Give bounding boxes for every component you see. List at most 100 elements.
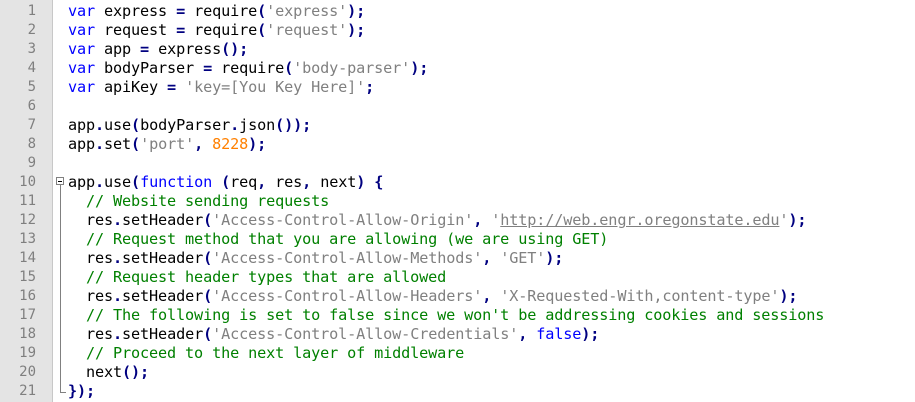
code-token: ); [347, 21, 366, 39]
code-token: ' [491, 211, 501, 229]
code-line[interactable]: 3 var app = express(); [0, 40, 915, 59]
line-number: 20 [19, 364, 36, 380]
code-token: setHeader [122, 249, 204, 267]
code-token: app [68, 135, 96, 153]
code-token: require [185, 21, 258, 39]
code-line[interactable]: 12 res.setHeader('Access-Control-Allow-O… [0, 211, 915, 230]
code-comment: // Request method that you are allowing … [86, 230, 609, 248]
code-token: ( [257, 21, 267, 39]
code-token: ( [203, 287, 213, 305]
code-token: var [68, 78, 96, 96]
code-token: = [176, 21, 186, 39]
code-token: ( [221, 173, 231, 191]
code-token: 'request' [266, 21, 348, 39]
code-line[interactable]: 13 // Request method that you are allowi… [0, 230, 915, 249]
line-number: 6 [27, 98, 36, 114]
code-token: 'Access-Control-Allow-Methods' [212, 249, 483, 267]
code-token: setHeader [122, 325, 204, 343]
code-token: ( [257, 2, 267, 20]
code-line[interactable]: 15 // Request header types that are allo… [0, 268, 915, 287]
line-number: 16 [19, 288, 36, 304]
code-line[interactable]: 18 res.setHeader('Access-Control-Allow-C… [0, 325, 915, 344]
code-token: function [140, 173, 213, 191]
line-code: var request = require('request'); [68, 21, 365, 40]
code-token: ()); [275, 116, 312, 134]
code-token: app [68, 116, 96, 134]
code-token: var [68, 40, 96, 58]
code-token: . [113, 287, 123, 305]
code-token: ); [581, 325, 600, 343]
code-line[interactable]: 19 // Proceed to the next layer of middl… [0, 344, 915, 363]
code-line[interactable]: 1 var express = require('express'); [0, 2, 915, 21]
code-token: . [113, 325, 123, 343]
code-token: ); [248, 135, 267, 153]
code-token: 'Access-Control-Allow-Headers' [212, 287, 483, 305]
code-line[interactable]: 10 app.use(function (req, res, next) { [0, 173, 915, 192]
code-token: ( [203, 249, 213, 267]
code-line[interactable]: 2 var request = require('request'); [0, 21, 915, 40]
code-token: http://web.engr.oregonstate.edu [500, 211, 780, 229]
code-token: (); [221, 40, 249, 58]
code-token: ); [545, 249, 564, 267]
code-line[interactable]: 8 app.set('port', 8228); [0, 135, 915, 154]
code-token: use [104, 116, 132, 134]
code-token: , [518, 325, 528, 343]
code-token: var [68, 59, 96, 77]
code-token: ( [131, 116, 141, 134]
code-line[interactable]: 20 next(); [0, 363, 915, 382]
line-code: res.setHeader('Access-Control-Allow-Cred… [68, 325, 599, 344]
code-token: 'key=[You Key Here]' [185, 78, 366, 96]
code-token: req [230, 173, 258, 191]
code-line[interactable]: 14 res.setHeader('Access-Control-Allow-M… [0, 249, 915, 268]
code-token: = [176, 2, 186, 20]
code-token: setHeader [122, 211, 204, 229]
code-token: res [266, 173, 303, 191]
code-comment: // The following is set to false since w… [86, 306, 825, 324]
code-line[interactable]: 16 res.setHeader('Access-Control-Allow-H… [0, 287, 915, 306]
code-line[interactable]: 9 [0, 154, 915, 173]
code-token: ( [131, 173, 141, 191]
line-number: 10 [19, 174, 36, 190]
code-token: json [239, 116, 276, 134]
code-token: }); [68, 382, 96, 400]
code-line[interactable]: 7 app.use(bodyParser.json()); [0, 116, 915, 135]
code-line[interactable]: 5 var apiKey = 'key=[You Key Here]'; [0, 78, 915, 97]
code-editor[interactable]: 1 var express = require('express'); 2 var r… [0, 0, 915, 402]
line-number: 12 [19, 212, 36, 228]
code-token: 'GET' [500, 249, 546, 267]
code-token: . [95, 173, 105, 191]
line-number: 5 [27, 79, 36, 95]
code-line[interactable]: 4 var bodyParser = require('body-parser')… [0, 59, 915, 78]
code-line[interactable]: 11 // Website sending requests [0, 192, 915, 211]
code-token: set [104, 135, 132, 153]
code-token: = [140, 40, 150, 58]
code-token: bodyParser [95, 59, 204, 77]
code-line[interactable]: 17 // The following is set to false sinc… [0, 306, 915, 325]
fold-end-marker [60, 392, 66, 393]
code-comment: // Website sending requests [86, 192, 330, 210]
code-token: = [203, 59, 213, 77]
fold-collapse-icon[interactable] [56, 177, 64, 185]
code-token: = [167, 78, 177, 96]
line-number: 3 [27, 41, 36, 57]
line-number: 15 [19, 269, 36, 285]
code-token: ( [203, 325, 213, 343]
code-token: . [95, 116, 105, 134]
code-token: next [68, 363, 123, 381]
code-token: next [311, 173, 357, 191]
line-code: app.use(function (req, res, next) { [68, 173, 383, 192]
code-token: , [482, 249, 492, 267]
line-number: 17 [19, 307, 36, 323]
code-token: var [68, 21, 96, 39]
line-code: }); [68, 382, 95, 401]
code-line[interactable]: 6 [0, 97, 915, 116]
line-number: 13 [19, 231, 36, 247]
code-line[interactable]: 21}); [0, 382, 915, 401]
line-number: 8 [27, 136, 36, 152]
